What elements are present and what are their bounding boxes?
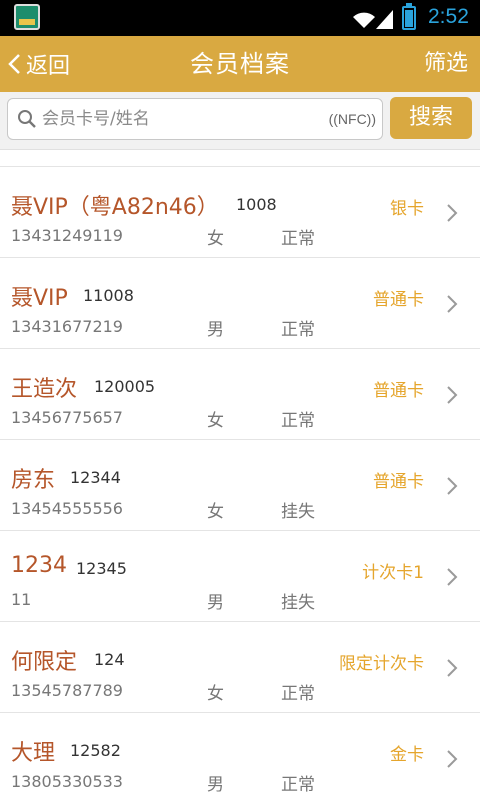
chevron-right-icon: [447, 750, 458, 768]
search-button[interactable]: 搜索: [390, 97, 472, 139]
member-name: 大理: [11, 741, 56, 766]
member-phone: 13431249119: [11, 226, 123, 245]
back-chevron-icon: [8, 54, 20, 74]
member-gender: 男: [207, 593, 224, 613]
nfc-button[interactable]: ((NFC)): [329, 99, 376, 139]
chevron-right-icon: [447, 295, 458, 313]
member-card-type: 普通卡: [373, 290, 424, 310]
chevron-right-icon: [447, 659, 458, 677]
member-card-type: 银卡: [390, 199, 424, 219]
chevron-right-icon: [447, 477, 458, 495]
chevron-right-icon: [447, 204, 458, 222]
member-status: 挂失: [281, 593, 315, 613]
member-status: 正常: [281, 229, 315, 249]
member-gender: 女: [207, 229, 224, 249]
battery-icon: [402, 3, 416, 30]
member-card-number: 12345: [76, 559, 127, 578]
member-card-type: 计次卡1: [362, 563, 424, 583]
member-card-type: 普通卡: [373, 381, 424, 401]
member-name: 房东: [11, 468, 56, 493]
back-button[interactable]: 返回: [6, 36, 70, 92]
member-phone: 13431677219: [11, 317, 123, 336]
chevron-right-icon: [447, 568, 458, 586]
search-input[interactable]: [42, 99, 312, 139]
member-card-number: 11008: [83, 286, 134, 305]
member-card-type: 限定计次卡: [339, 654, 424, 674]
member-card-number: 124: [94, 650, 125, 669]
member-phone: 13456775657: [11, 408, 123, 427]
member-card-number: 1008: [236, 195, 277, 214]
member-status: 正常: [281, 684, 315, 704]
list-item[interactable]: 大理 12582 13805330533 男 正常 金卡: [0, 713, 480, 800]
list-item[interactable]: 何限定 124 13545787789 女 正常 限定计次卡: [0, 622, 480, 713]
signal-icon: [376, 10, 393, 29]
member-status: 正常: [281, 320, 315, 340]
member-gender: 女: [207, 684, 224, 704]
member-card-number: 120005: [94, 377, 156, 396]
member-card-number: 12582: [70, 741, 121, 760]
member-gender: 男: [207, 320, 224, 340]
member-gender: 女: [207, 411, 224, 431]
search-icon: [18, 110, 36, 128]
member-name: 聂VIP（粤A82n46）: [11, 195, 219, 220]
member-status: 正常: [281, 411, 315, 431]
list-item[interactable]: 1234 12345 11 男 挂失 计次卡1: [0, 531, 480, 622]
member-phone: 13454555556: [11, 499, 123, 518]
member-status: 正常: [281, 775, 315, 795]
search-bar: ((NFC)) 搜索: [0, 92, 480, 150]
list-item[interactable]: 聂VIP（粤A82n46） 1008 13431249119 女 正常 银卡: [0, 167, 480, 258]
search-box: ((NFC)): [7, 98, 383, 140]
member-card-number: 12344: [70, 468, 121, 487]
member-name: 王造次: [11, 377, 78, 402]
member-phone: 13805330533: [11, 772, 123, 791]
member-phone: 11: [11, 590, 32, 609]
app-icon: [14, 4, 40, 30]
list-item[interactable]: 聂VIP 11008 13431677219 男 正常 普通卡: [0, 258, 480, 349]
chevron-right-icon: [447, 386, 458, 404]
member-phone: 13545787789: [11, 681, 123, 700]
filter-button[interactable]: 筛选: [424, 36, 468, 92]
status-bar: 2:52: [0, 0, 480, 36]
wifi-icon: [353, 12, 375, 28]
member-card-type: 金卡: [390, 745, 424, 765]
back-label: 返回: [26, 54, 71, 79]
member-card-type: 普通卡: [373, 472, 424, 492]
member-list: 聂VIP（粤A82n46） 1008 13431249119 女 正常 银卡 聂…: [0, 166, 480, 800]
title-bar: 会员档案 返回 筛选: [0, 36, 480, 92]
page-title: 会员档案: [190, 50, 290, 78]
member-status: 挂失: [281, 502, 315, 522]
member-gender: 女: [207, 502, 224, 522]
clock: 2:52: [428, 5, 469, 28]
member-name: 1234: [11, 553, 67, 578]
list-item[interactable]: 王造次 120005 13456775657 女 正常 普通卡: [0, 349, 480, 440]
list-item[interactable]: 房东 12344 13454555556 女 挂失 普通卡: [0, 440, 480, 531]
member-name: 何限定: [11, 650, 78, 675]
member-gender: 男: [207, 775, 224, 795]
member-name: 聂VIP: [11, 286, 68, 311]
